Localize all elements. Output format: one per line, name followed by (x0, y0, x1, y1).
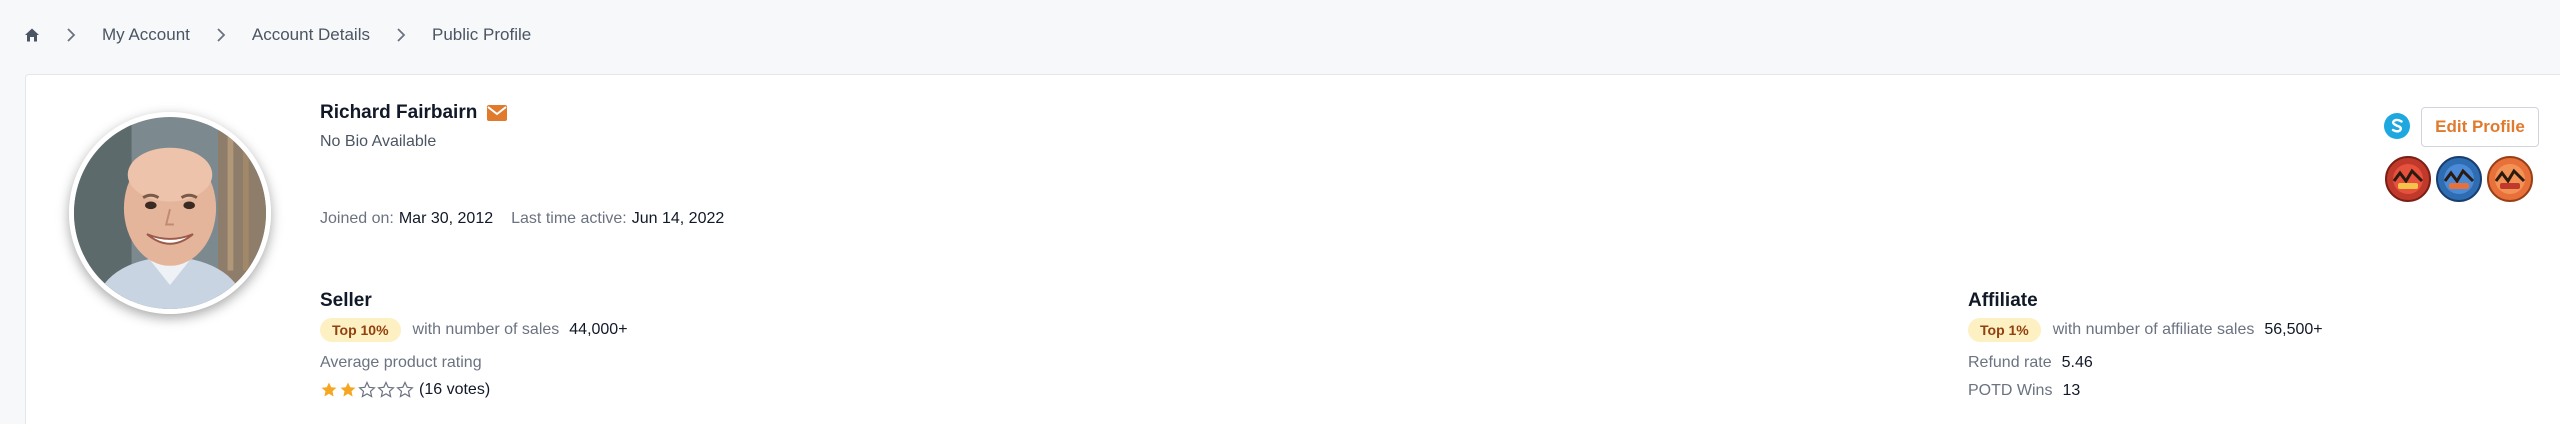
rating-votes: (16 votes) (419, 381, 491, 398)
seller-rating-row: Average product rating (320, 354, 482, 372)
rating-stars: (16 votes) (320, 381, 490, 399)
affiliate-rank-badge: Top 1% (1968, 318, 2041, 342)
seller-sales-label: with number of sales (412, 321, 560, 338)
refund-label: Refund rate (1968, 354, 2052, 371)
star-filled-icon (320, 381, 338, 399)
profile-name: Richard Fairbairn (320, 102, 478, 123)
envelope-icon[interactable] (487, 105, 508, 121)
seller-title: Seller (320, 290, 372, 311)
chevron-right-icon (394, 27, 408, 43)
joined-value: Mar 30, 2012 (398, 210, 494, 227)
affiliate-sales-label: with number of affiliate sales (2052, 321, 2255, 338)
joined-label: Joined on: (320, 210, 394, 227)
skype-icon[interactable] (2383, 112, 2411, 140)
breadcrumb: My Account Account Details Public Profil… (0, 0, 2560, 70)
star-empty-icon (377, 381, 395, 399)
activity-row: Joined on: Mar 30, 2012 Last time active… (320, 210, 724, 228)
achievement-badge-icon (2486, 155, 2534, 203)
star-empty-icon (358, 381, 376, 399)
breadcrumb-my-account[interactable]: My Account (102, 25, 190, 45)
last-active-value: Jun 14, 2022 (631, 210, 725, 227)
breadcrumb-current: Public Profile (432, 25, 532, 44)
potd-label: POTD Wins (1968, 382, 2053, 399)
breadcrumb-account-details[interactable]: Account Details (252, 25, 370, 45)
star-filled-icon (339, 381, 357, 399)
avatar (69, 112, 271, 314)
refund-row: Refund rate 5.46 (1968, 354, 2093, 372)
home-icon[interactable] (24, 27, 40, 43)
potd-row: POTD Wins 13 (1968, 382, 2080, 400)
chevron-right-icon (64, 27, 78, 43)
seller-sales-value: 44,000+ (569, 321, 628, 338)
achievement-badges (2384, 155, 2537, 203)
profile-bio: No Bio Available (320, 133, 437, 150)
achievement-badge-icon (2435, 155, 2483, 203)
affiliate-sales-row: Top 1% with number of affiliate sales 56… (1968, 318, 2323, 342)
potd-value: 13 (2062, 382, 2081, 399)
edit-profile-button[interactable]: Edit Profile (2421, 107, 2539, 147)
seller-sales-row: Top 10% with number of sales 44,000+ (320, 318, 628, 342)
rating-label: Average product rating (320, 354, 482, 371)
achievement-badge-icon (2384, 155, 2432, 203)
last-active-label: Last time active: (511, 210, 627, 227)
affiliate-sales-value: 56,500+ (2264, 321, 2323, 338)
seller-rank-badge: Top 10% (320, 318, 401, 342)
refund-value: 5.46 (2061, 354, 2093, 371)
profile-card: Richard Fairbairn No Bio Available Joine… (25, 74, 2560, 424)
name-row: Richard Fairbairn (320, 102, 508, 124)
star-empty-icon (396, 381, 414, 399)
chevron-right-icon (214, 27, 228, 43)
affiliate-title: Affiliate (1968, 290, 2038, 311)
